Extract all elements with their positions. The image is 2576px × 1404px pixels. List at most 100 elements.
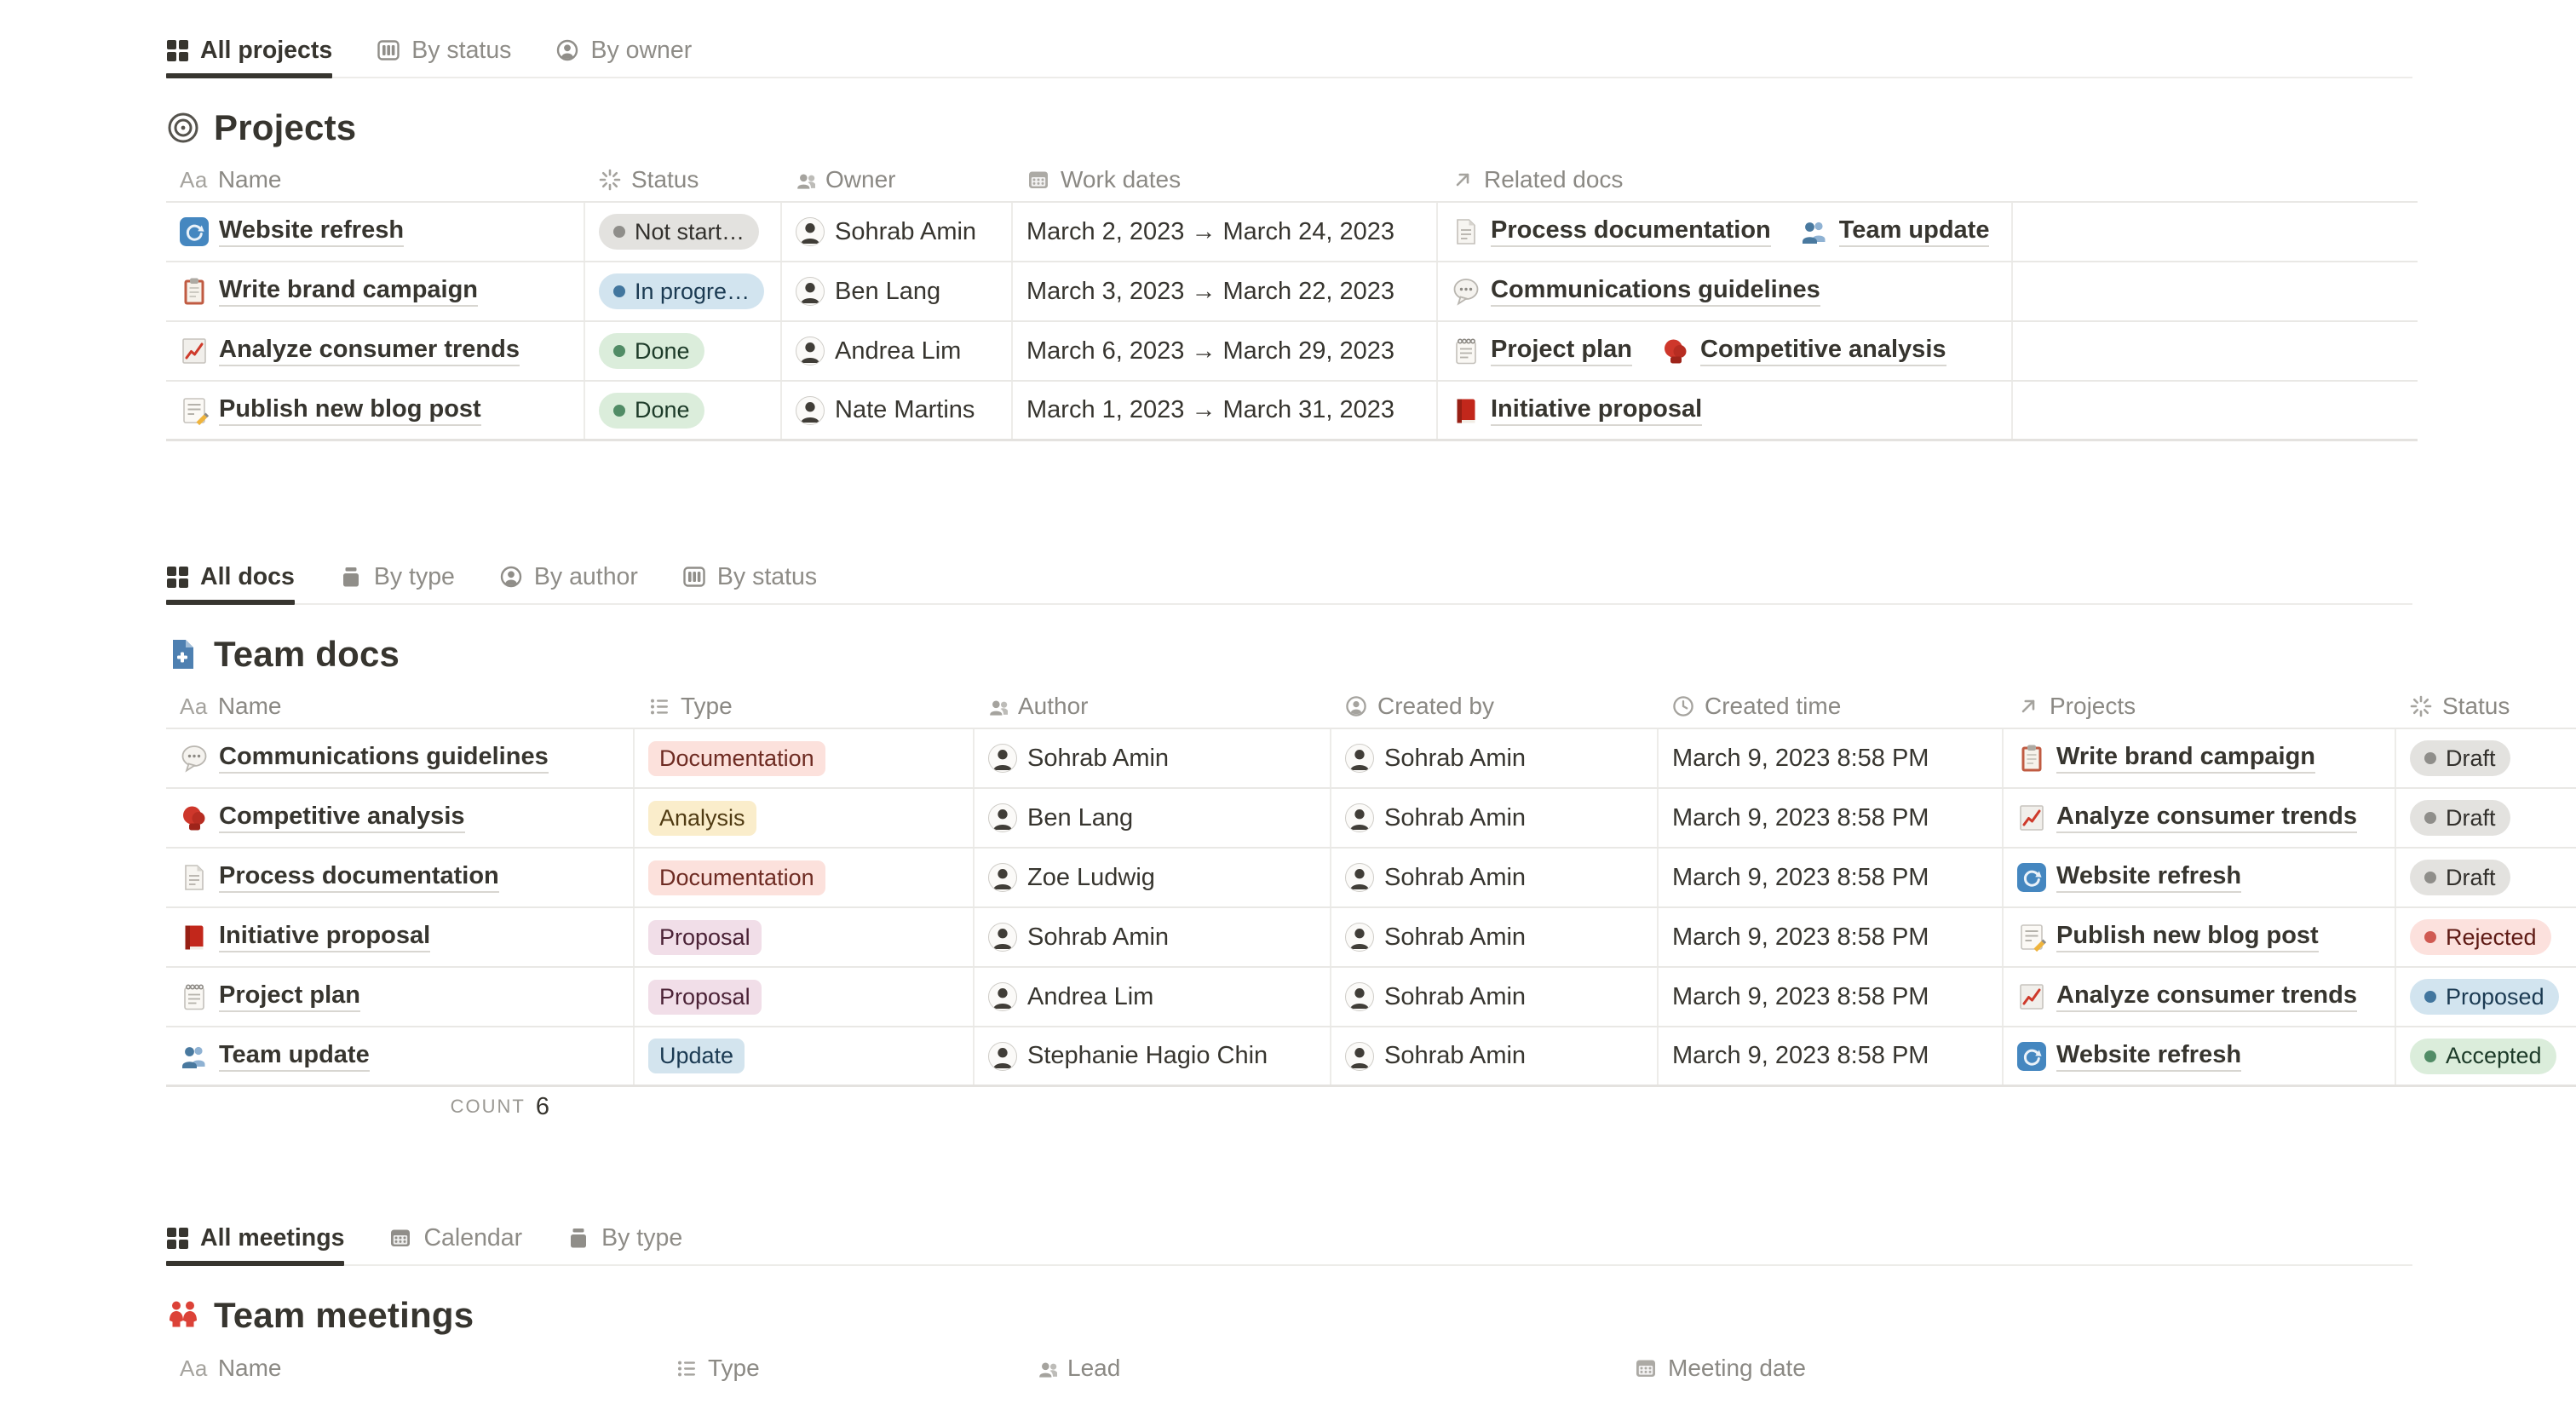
- created-time-cell[interactable]: March 9, 2023 8:58 PM: [1659, 849, 2004, 906]
- tab-all-meetings[interactable]: All meetings: [166, 1211, 344, 1264]
- work-dates-cell[interactable]: March 1, 2023 → March 31, 2023: [1013, 382, 1438, 439]
- column-header-created-by[interactable]: Created by: [1331, 693, 1659, 720]
- status-cell[interactable]: Not start…: [585, 203, 782, 261]
- related-project-link[interactable]: Publish new blog post: [2017, 922, 2319, 952]
- name-cell[interactable]: Competitive analysis: [166, 789, 635, 847]
- created-by-cell[interactable]: Sohrab Amin: [1331, 908, 1659, 966]
- related-doc-link[interactable]: Initiative proposal: [1452, 395, 1702, 426]
- column-header-related-docs[interactable]: Related docs: [1438, 166, 2013, 193]
- owner-cell[interactable]: Andrea Lim: [782, 322, 1013, 380]
- created-by-cell[interactable]: Sohrab Amin: [1331, 849, 1659, 906]
- status-cell[interactable]: Draft: [2396, 789, 2576, 847]
- created-by-cell[interactable]: Sohrab Amin: [1331, 789, 1659, 847]
- column-header-type[interactable]: Type: [662, 1355, 1024, 1382]
- empty-cell[interactable]: [2013, 382, 2418, 439]
- created-time-cell[interactable]: March 9, 2023 8:58 PM: [1659, 729, 2004, 787]
- name-cell[interactable]: Publish new blog post: [166, 382, 585, 439]
- related-doc-link[interactable]: Process documentation: [1452, 216, 1771, 247]
- tab-all-projects[interactable]: All projects: [166, 24, 332, 77]
- related-docs-cell[interactable]: Project plan Competitive analysis: [1438, 322, 2013, 380]
- column-header-status[interactable]: Status: [2396, 693, 2576, 720]
- author-cell[interactable]: Sohrab Amin: [975, 908, 1331, 966]
- status-cell[interactable]: In progre…: [585, 262, 782, 320]
- name-cell[interactable]: Initiative proposal: [166, 908, 635, 966]
- name-cell[interactable]: Analyze consumer trends: [166, 322, 585, 380]
- column-header-work-dates[interactable]: Work dates: [1013, 166, 1438, 193]
- created-time-cell[interactable]: March 9, 2023 8:58 PM: [1659, 968, 2004, 1026]
- column-header-owner[interactable]: Owner: [782, 166, 1013, 193]
- author-cell[interactable]: Sohrab Amin: [975, 729, 1331, 787]
- column-header-projects[interactable]: Projects: [2004, 693, 2396, 720]
- column-header-name[interactable]: AaName: [166, 1355, 662, 1382]
- work-dates-cell[interactable]: March 6, 2023 → March 29, 2023: [1013, 322, 1438, 380]
- column-header-created-time[interactable]: Created time: [1659, 693, 2004, 720]
- related-docs-cell[interactable]: Communications guidelines: [1438, 262, 2013, 320]
- tab-by-status[interactable]: By status: [377, 24, 511, 77]
- author-cell[interactable]: Ben Lang: [975, 789, 1331, 847]
- owner-cell[interactable]: Nate Martins: [782, 382, 1013, 439]
- name-cell[interactable]: Process documentation: [166, 849, 635, 906]
- column-header-status[interactable]: Status: [585, 166, 782, 193]
- table-footer-count[interactable]: COUNT 6: [166, 1087, 635, 1126]
- status-cell[interactable]: Draft: [2396, 849, 2576, 906]
- owner-cell[interactable]: Ben Lang: [782, 262, 1013, 320]
- type-cell[interactable]: Proposal: [635, 908, 975, 966]
- related-doc-link[interactable]: Competitive analysis: [1661, 336, 1946, 366]
- column-header-author[interactable]: Author: [975, 693, 1331, 720]
- tab-by-type[interactable]: By type: [339, 550, 455, 603]
- tab-all-docs[interactable]: All docs: [166, 550, 295, 603]
- status-cell[interactable]: Draft: [2396, 729, 2576, 787]
- related-doc-link[interactable]: Project plan: [1452, 336, 1632, 366]
- column-header-type[interactable]: Type: [635, 693, 975, 720]
- projects-cell[interactable]: Analyze consumer trends: [2004, 789, 2396, 847]
- type-cell[interactable]: Analysis: [635, 789, 975, 847]
- work-dates-cell[interactable]: March 3, 2023 → March 22, 2023: [1013, 262, 1438, 320]
- created-by-cell[interactable]: Sohrab Amin: [1331, 729, 1659, 787]
- related-doc-link[interactable]: Team update: [1800, 216, 1990, 247]
- related-docs-cell[interactable]: Process documentation Team update: [1438, 203, 2013, 261]
- projects-cell[interactable]: Website refresh: [2004, 849, 2396, 906]
- created-time-cell[interactable]: March 9, 2023 8:58 PM: [1659, 789, 2004, 847]
- related-project-link[interactable]: Website refresh: [2017, 862, 2241, 893]
- tab-by-status[interactable]: By status: [682, 550, 817, 603]
- empty-cell[interactable]: [2013, 203, 2418, 261]
- related-project-link[interactable]: Website refresh: [2017, 1041, 2241, 1072]
- tab-calendar[interactable]: Calendar: [388, 1211, 522, 1264]
- created-by-cell[interactable]: Sohrab Amin: [1331, 1027, 1659, 1085]
- column-header-lead[interactable]: Lead: [1024, 1355, 1620, 1382]
- tab-by-type[interactable]: By type: [566, 1211, 682, 1264]
- empty-cell[interactable]: [2013, 322, 2418, 380]
- tab-by-owner[interactable]: By owner: [555, 24, 692, 77]
- column-header-name[interactable]: AaName: [166, 166, 585, 193]
- name-cell[interactable]: Project plan: [166, 968, 635, 1026]
- author-cell[interactable]: Andrea Lim: [975, 968, 1331, 1026]
- name-cell[interactable]: Write brand campaign: [166, 262, 585, 320]
- empty-cell[interactable]: [2013, 262, 2418, 320]
- status-cell[interactable]: Accepted: [2396, 1027, 2576, 1085]
- projects-cell[interactable]: Publish new blog post: [2004, 908, 2396, 966]
- owner-cell[interactable]: Sohrab Amin: [782, 203, 1013, 261]
- type-cell[interactable]: Update: [635, 1027, 975, 1085]
- author-cell[interactable]: Zoe Ludwig: [975, 849, 1331, 906]
- type-cell[interactable]: Documentation: [635, 729, 975, 787]
- work-dates-cell[interactable]: March 2, 2023 → March 24, 2023: [1013, 203, 1438, 261]
- name-cell[interactable]: Website refresh: [166, 203, 585, 261]
- related-docs-cell[interactable]: Initiative proposal: [1438, 382, 2013, 439]
- related-project-link[interactable]: Analyze consumer trends: [2017, 981, 2357, 1012]
- status-cell[interactable]: Done: [585, 322, 782, 380]
- type-cell[interactable]: Documentation: [635, 849, 975, 906]
- tab-by-author[interactable]: By author: [499, 550, 638, 603]
- status-cell[interactable]: Rejected: [2396, 908, 2576, 966]
- created-time-cell[interactable]: March 9, 2023 8:58 PM: [1659, 908, 2004, 966]
- column-header-meeting-date[interactable]: Meeting date: [1620, 1355, 2412, 1382]
- projects-cell[interactable]: Website refresh: [2004, 1027, 2396, 1085]
- name-cell[interactable]: Communications guidelines: [166, 729, 635, 787]
- status-cell[interactable]: Done: [585, 382, 782, 439]
- status-cell[interactable]: Proposed: [2396, 968, 2576, 1026]
- related-project-link[interactable]: Analyze consumer trends: [2017, 803, 2357, 833]
- created-time-cell[interactable]: March 9, 2023 8:58 PM: [1659, 1027, 2004, 1085]
- related-doc-link[interactable]: Communications guidelines: [1452, 276, 1820, 307]
- column-header-name[interactable]: AaName: [166, 693, 635, 720]
- projects-cell[interactable]: Analyze consumer trends: [2004, 968, 2396, 1026]
- created-by-cell[interactable]: Sohrab Amin: [1331, 968, 1659, 1026]
